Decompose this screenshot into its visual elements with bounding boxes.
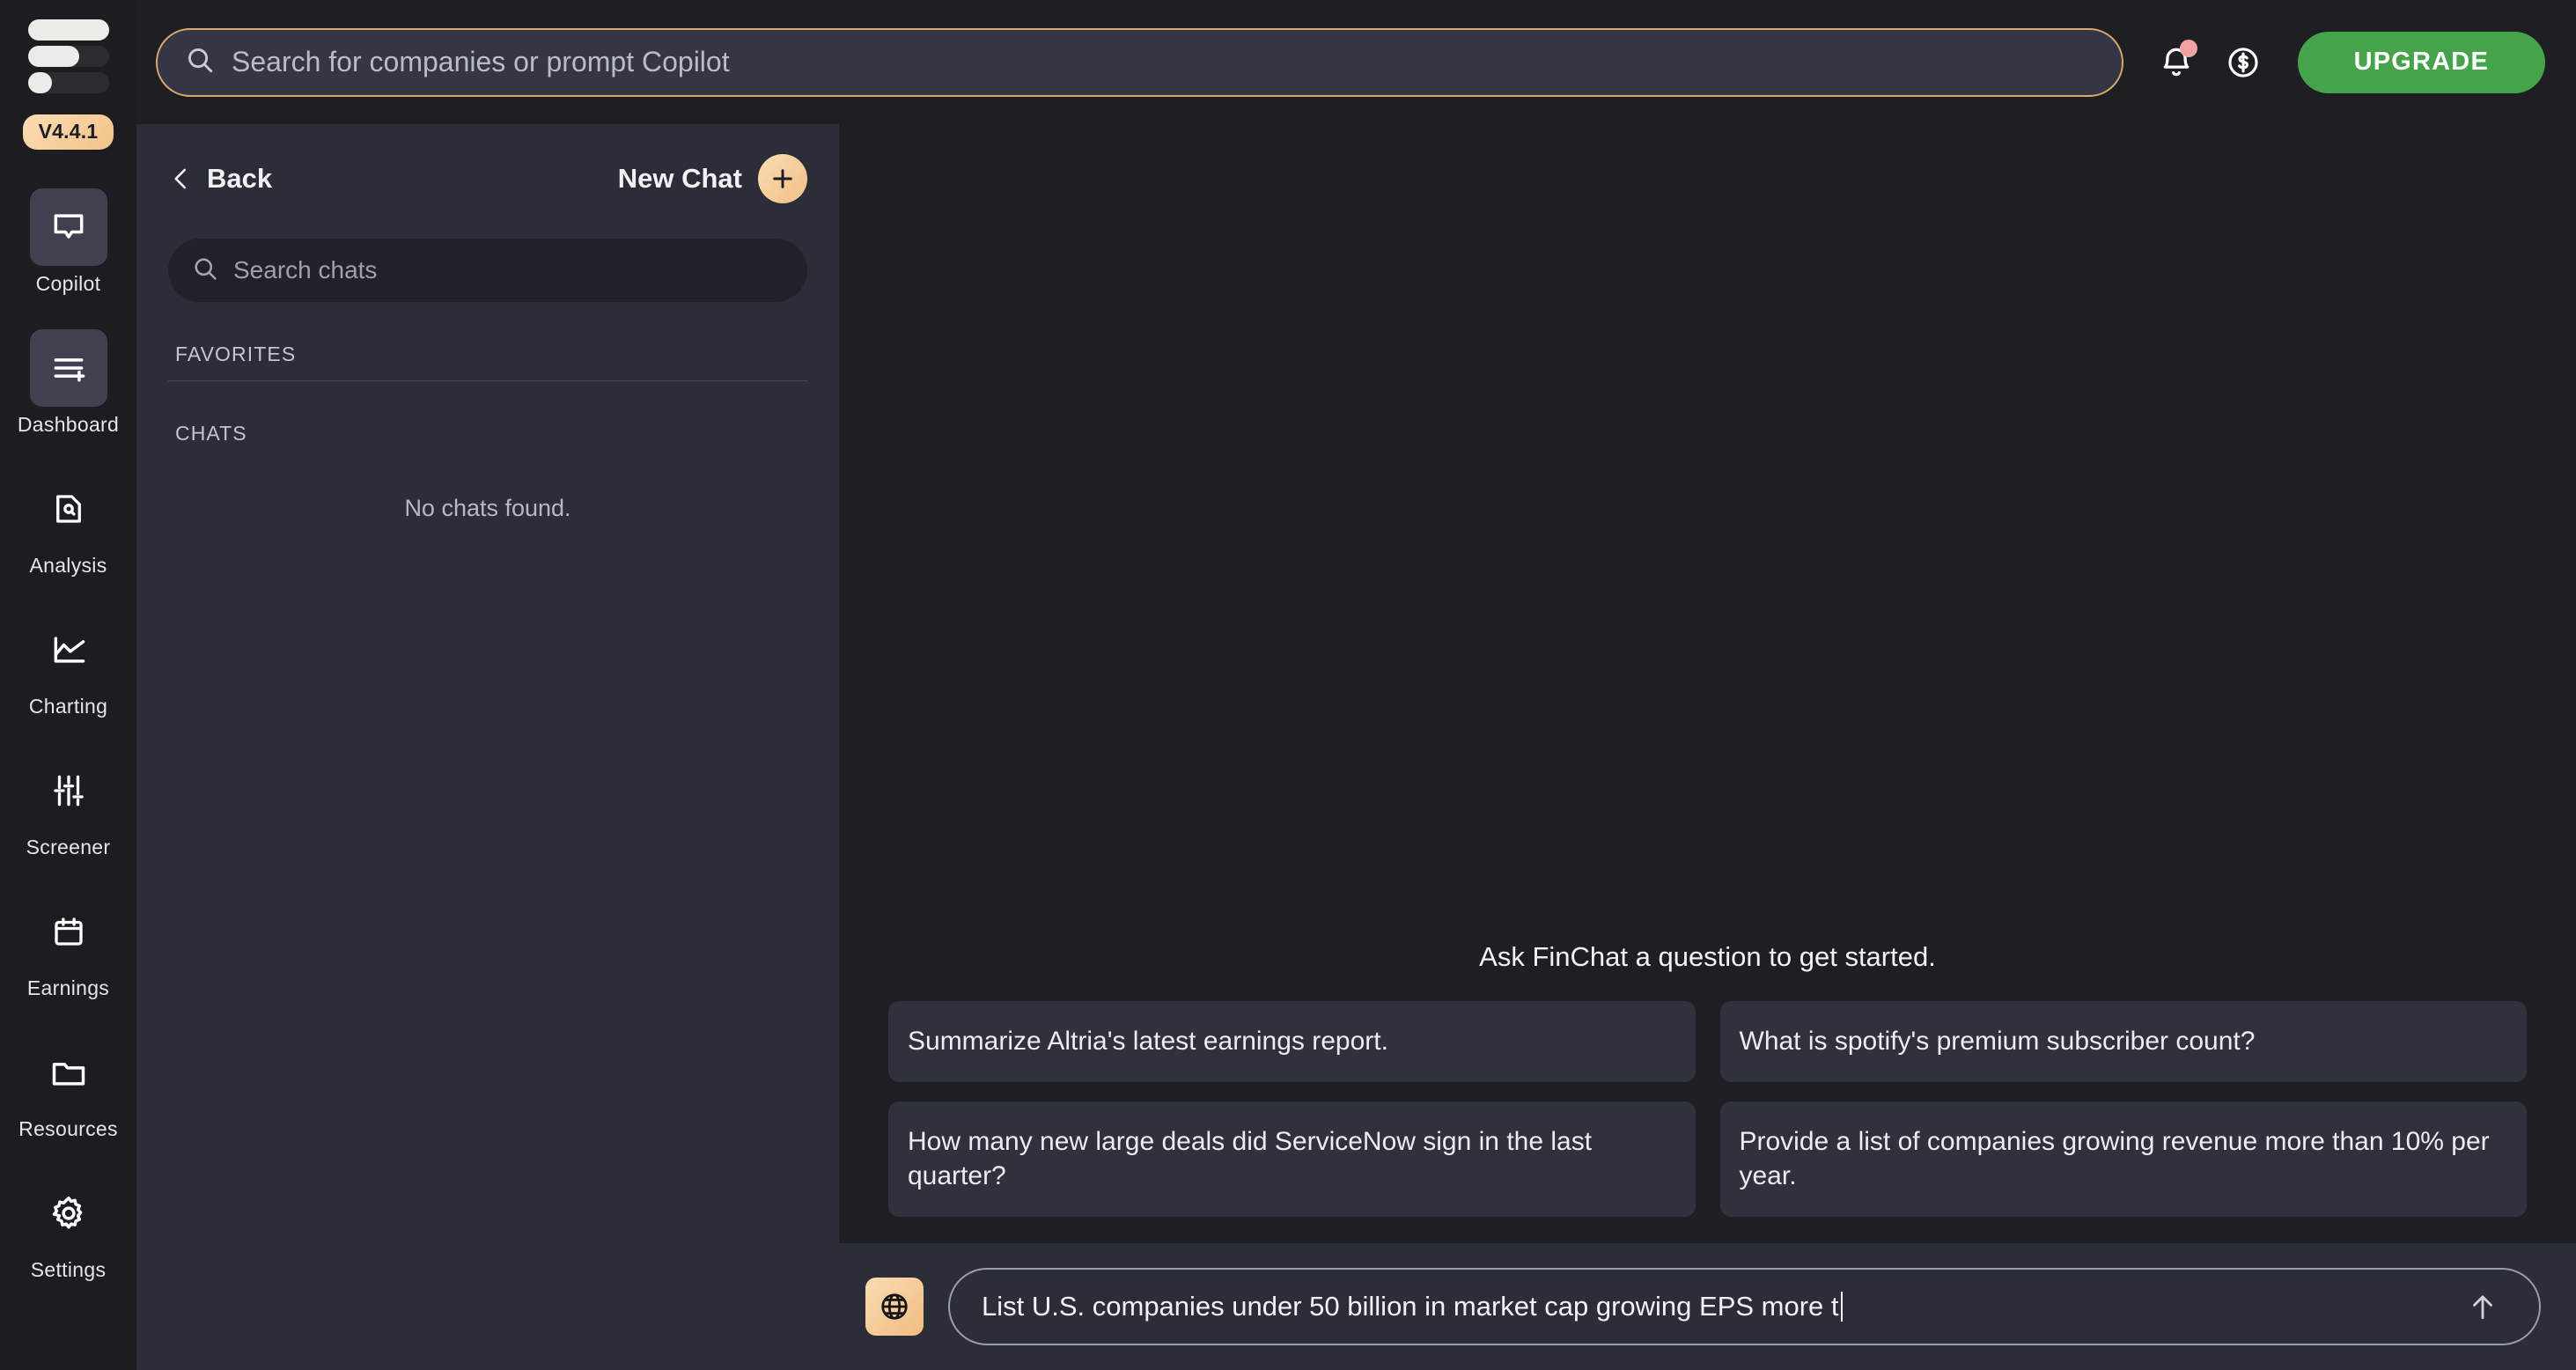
search-icon	[184, 44, 216, 80]
gear-icon	[30, 1175, 107, 1252]
send-button[interactable]	[2458, 1282, 2507, 1331]
sidebar-item-copilot[interactable]: Copilot	[0, 183, 136, 305]
document-search-icon	[30, 470, 107, 548]
arrow-up-icon	[2473, 1295, 2492, 1320]
dollar-circle-icon	[2227, 47, 2258, 77]
chat-panel-header: Back New Chat	[168, 124, 807, 221]
left-nav-rail: V4.4.1 Copilot Dashboard Analysis Charti…	[0, 0, 136, 1370]
globe-icon[interactable]	[865, 1278, 924, 1336]
sidebar-item-earnings[interactable]: Earnings	[0, 888, 136, 1009]
plus-icon	[758, 154, 807, 203]
page-title: Ask FinChat a question to get started.	[1479, 940, 1936, 972]
suggestion-card[interactable]: How many new large deals did ServiceNow …	[888, 1101, 1696, 1217]
suggestion-card[interactable]: Provide a list of companies growing reve…	[1719, 1101, 2527, 1217]
sidebar-item-label: Dashboard	[17, 413, 120, 436]
billing-button[interactable]	[2215, 34, 2271, 91]
suggestion-grid: Summarize Altria's latest earnings repor…	[888, 1000, 2527, 1243]
chat-search-placeholder: Search chats	[233, 256, 378, 284]
global-search-input[interactable]: Search for companies or prompt Copilot	[156, 27, 2123, 97]
composer-input[interactable]: List U.S. companies under 50 billion in …	[948, 1268, 2541, 1345]
upgrade-button[interactable]: UPGRADE	[2297, 31, 2545, 93]
finchat-logo[interactable]	[27, 19, 109, 93]
favorites-heading: FAVORITES	[175, 342, 297, 365]
new-chat-label: New Chat	[617, 163, 742, 194]
sidebar-item-label: Analysis	[29, 554, 107, 577]
back-button[interactable]: Back	[168, 163, 272, 195]
new-chat-button[interactable]: New Chat	[618, 154, 807, 203]
app-main-region: Search for companies or prompt Copilot U…	[136, 0, 2576, 1370]
sidebar-item-settings[interactable]: Settings	[0, 1169, 136, 1291]
suggestion-card[interactable]: What is spotify's premium subscriber cou…	[1719, 1000, 2527, 1082]
line-chart-icon	[30, 611, 107, 689]
back-label: Back	[207, 163, 273, 194]
folder-icon	[30, 1034, 107, 1111]
version-badge: V4.4.1	[22, 114, 114, 150]
top-bar: Search for companies or prompt Copilot U…	[136, 0, 2576, 124]
chat-scroll-region: Ask FinChat a question to get started. S…	[839, 124, 2576, 1243]
sidebar-item-screener[interactable]: Screener	[0, 747, 136, 868]
logo-bar-2	[27, 46, 109, 67]
sidebar-item-charting[interactable]: Charting	[0, 606, 136, 727]
sidebar-item-label: Charting	[28, 695, 108, 718]
sidebar-item-label: Earnings	[26, 976, 110, 999]
logo-bar-3	[27, 72, 109, 93]
notification-badge-dot	[2179, 39, 2197, 57]
chats-heading: CHATS	[175, 422, 247, 445]
sliders-icon	[30, 752, 107, 829]
calendar-icon	[30, 893, 107, 970]
speech-bubble-icon	[29, 188, 107, 266]
sidebar-item-label: Screener	[26, 836, 111, 858]
chevron-left-icon	[174, 168, 187, 189]
rail-nav-list: Copilot Dashboard Analysis Charting Scre…	[0, 183, 136, 1310]
empty-state-message: No chats found.	[404, 495, 571, 521]
notifications-button[interactable]	[2148, 34, 2204, 91]
sidebar-item-label: Resources	[18, 1117, 118, 1140]
sidebar-item-label: Copilot	[35, 272, 101, 295]
body-split: Back New Chat Search chats FAVORITES CHA…	[136, 124, 2576, 1370]
suggestion-card[interactable]: Summarize Altria's latest earnings repor…	[888, 1000, 1696, 1082]
sidebar-item-dashboard[interactable]: Dashboard	[0, 324, 136, 446]
sidebar-item-analysis[interactable]: Analysis	[0, 465, 136, 586]
sidebar-item-label: Settings	[30, 1258, 107, 1281]
dashboard-add-icon	[29, 329, 107, 407]
chat-list-panel: Back New Chat Search chats FAVORITES CHA…	[136, 124, 839, 1370]
chat-main-area: Ask FinChat a question to get started. S…	[839, 124, 2576, 1370]
chat-search-input[interactable]: Search chats	[168, 239, 807, 302]
composer-input-value: List U.S. companies under 50 billion in …	[982, 1291, 2458, 1322]
search-icon	[191, 254, 219, 287]
logo-bar-1	[27, 19, 109, 41]
sidebar-item-resources[interactable]: Resources	[0, 1028, 136, 1150]
composer-bar: List U.S. companies under 50 billion in …	[839, 1243, 2576, 1370]
global-search-placeholder: Search for companies or prompt Copilot	[232, 46, 730, 77]
